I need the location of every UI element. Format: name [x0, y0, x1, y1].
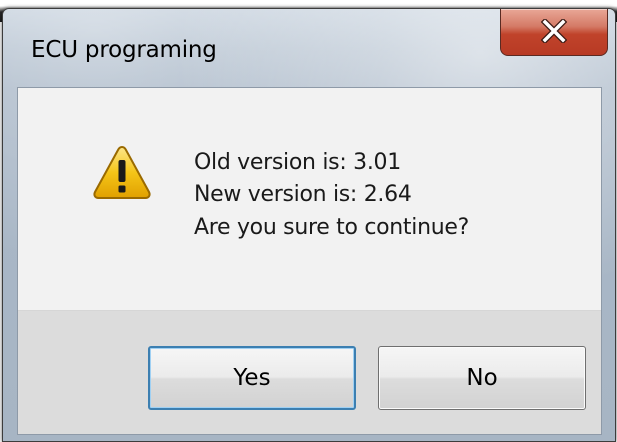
close-icon [541, 19, 567, 43]
yes-button[interactable]: Yes [148, 346, 356, 410]
new-version-text: New version is: 2.64 [194, 182, 412, 207]
close-button[interactable] [500, 9, 608, 56]
dialog-body: Old version is: 3.01 New version is: 2.6… [17, 87, 602, 435]
old-version-text: Old version is: 3.01 [194, 150, 401, 175]
no-button[interactable]: No [378, 346, 586, 410]
dialog-window: ECU programing Old version is: 3.01 New … [2, 8, 616, 442]
warning-icon [93, 145, 151, 199]
message-area: Old version is: 3.01 New version is: 2.6… [18, 88, 601, 310]
window-title: ECU programing [31, 37, 217, 63]
confirm-question-text: Are you sure to continue? [194, 215, 469, 240]
title-bar[interactable]: ECU programing [3, 9, 615, 81]
